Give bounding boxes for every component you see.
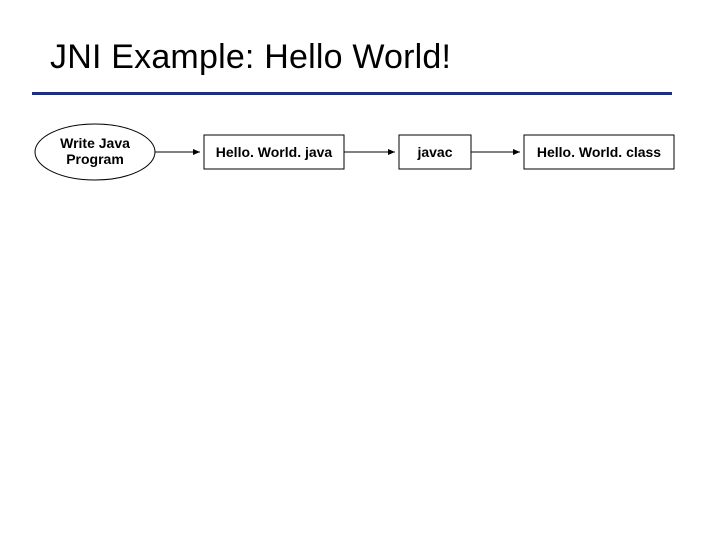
- file-hello-world-class-label: Hello. World. class: [537, 144, 661, 160]
- slide: JNI Example: Hello World! Write Java Pro…: [0, 0, 720, 540]
- step-write-java-program-label-2: Program: [66, 151, 124, 167]
- file-hello-world-java-label: Hello. World. java: [216, 144, 333, 160]
- tool-javac-label: javac: [416, 144, 452, 160]
- step-write-java-program-label-1: Write Java: [60, 135, 130, 151]
- flow-diagram: Write Java Program Hello. World. java ja…: [0, 0, 720, 540]
